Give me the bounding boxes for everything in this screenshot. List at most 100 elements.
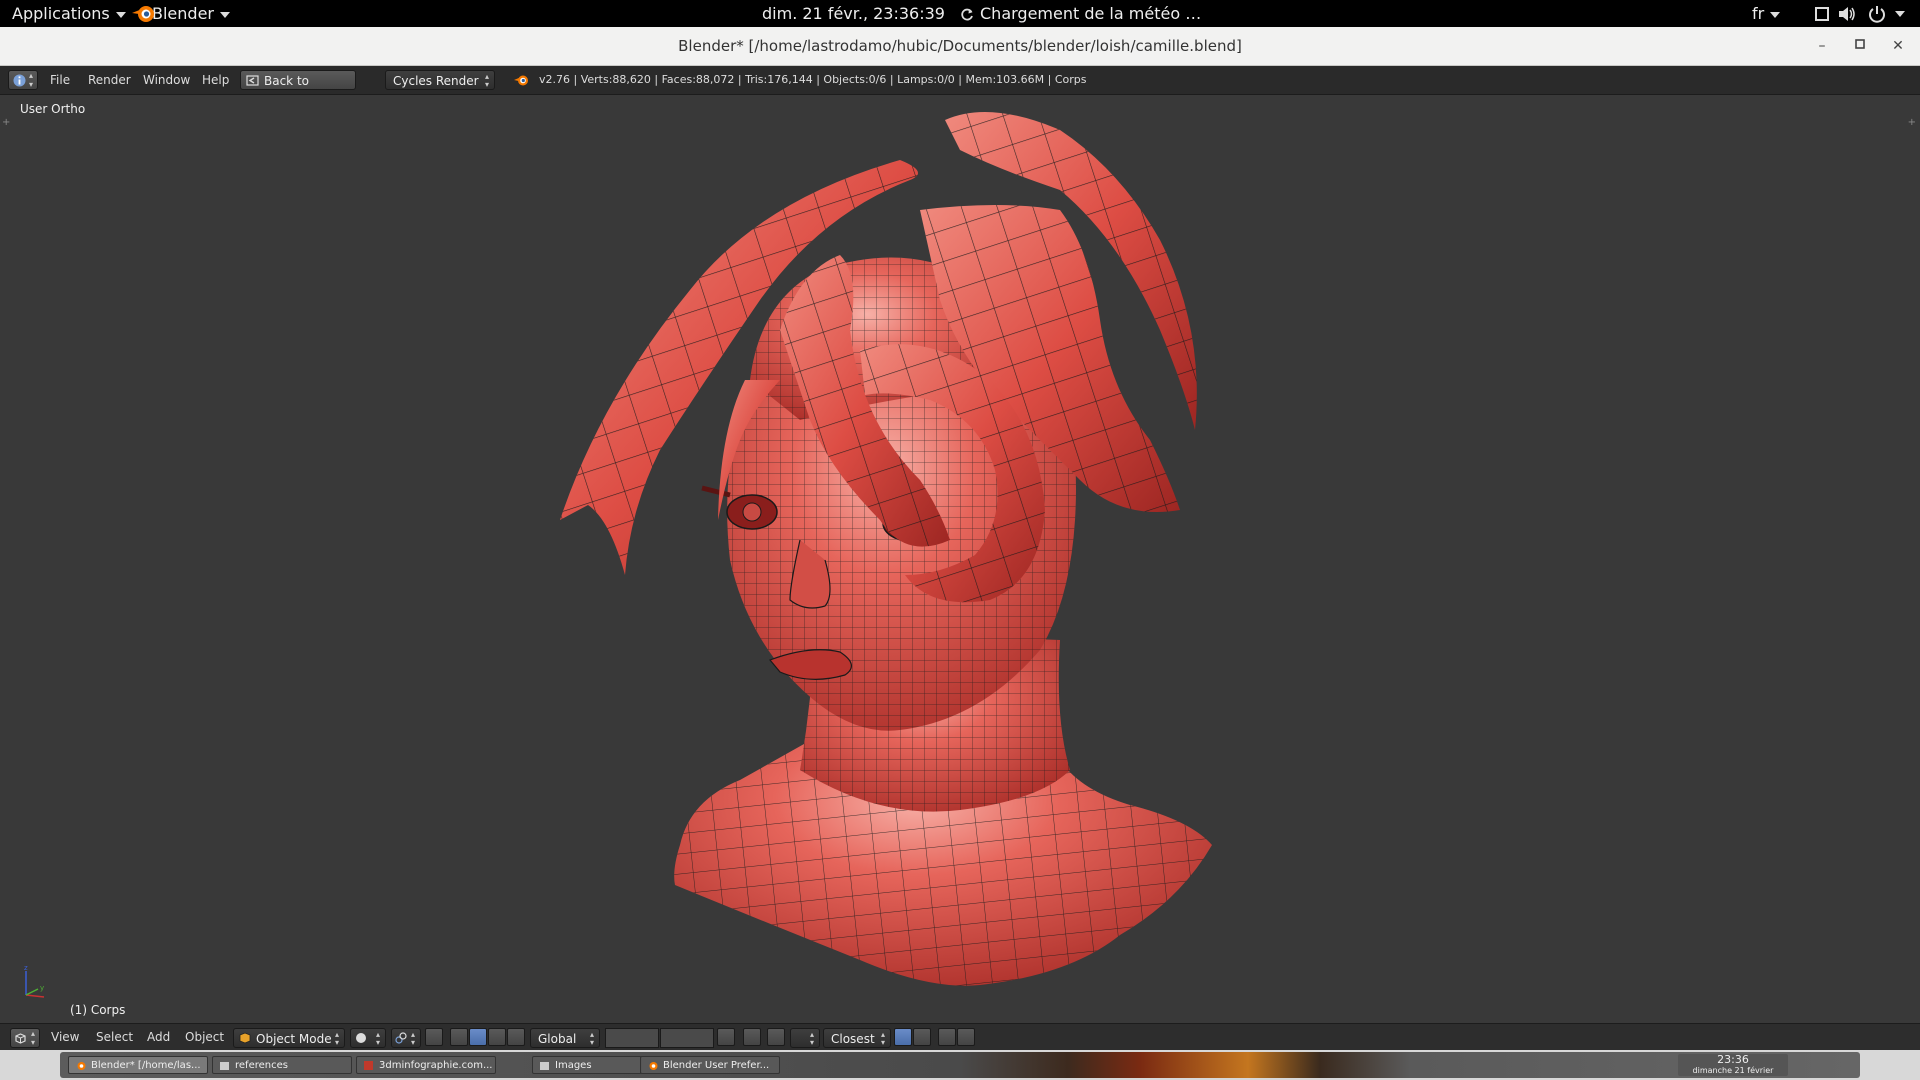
updown-icon: ▴ ▾ [375, 1030, 380, 1047]
taskbar-time: 23:36 [1717, 1053, 1749, 1066]
updown-icon: ▴ ▾ [410, 1030, 415, 1047]
snap-align-button[interactable] [894, 1028, 912, 1046]
taskbar-clock[interactable]: 23:36 dimanche 21 février [1678, 1054, 1788, 1076]
maximize-button[interactable] [1850, 36, 1870, 56]
scale-manipulator-button[interactable] [507, 1028, 525, 1046]
menu-object[interactable]: Object [185, 1024, 224, 1051]
power-icon[interactable] [1866, 3, 1888, 25]
app-menu[interactable]: Blender [130, 0, 230, 27]
task-label: references [235, 1060, 288, 1071]
menu-window[interactable]: Window [143, 66, 190, 94]
back-to-previous-button[interactable]: Back to Previous [240, 70, 356, 108]
editor-type-button[interactable]: ▴ ▾ [8, 70, 38, 90]
taskbar: Blender* [/home/las... references 3dminf… [0, 1050, 1920, 1080]
updown-icon: ▴ ▾ [589, 1030, 594, 1047]
volume-icon[interactable] [1836, 3, 1858, 25]
solid-shading-icon [356, 1033, 366, 1043]
3d-view-header: ▴ ▾ View Select Add Object Object Mode ▴ ▾… [0, 1023, 1920, 1051]
head-sculpt-model[interactable] [0, 95, 1920, 1023]
menu-add[interactable]: Add [147, 1024, 170, 1051]
menu-render[interactable]: Render [88, 66, 131, 94]
task-label: Blender User Prefer... [663, 1060, 770, 1071]
info-icon [13, 74, 26, 87]
task-3dminfographie[interactable]: 3dminfographie.com... [356, 1056, 496, 1074]
proportional-edit-toggle[interactable] [743, 1028, 761, 1046]
folder-icon [540, 1062, 549, 1070]
clock[interactable]: dim. 21 févr., 23:36:39 [762, 0, 945, 27]
blender-logo-icon [77, 1062, 86, 1070]
language-selector[interactable]: fr [1752, 0, 1781, 27]
menu-help[interactable]: Help [202, 66, 229, 94]
refresh-icon [961, 8, 973, 20]
language-label: fr [1752, 4, 1765, 23]
task-references[interactable]: references [212, 1056, 352, 1074]
render-preview-button[interactable] [938, 1028, 956, 1046]
cube-icon [239, 1032, 251, 1044]
menu-select[interactable]: Select [96, 1024, 133, 1051]
render-engine-value: Cycles Render [393, 74, 479, 88]
lock-camera-toggle[interactable] [717, 1028, 735, 1046]
render-engine-dropdown[interactable]: Cycles Render ▴ ▾ [385, 70, 495, 90]
rotate-manipulator-button[interactable] [488, 1028, 506, 1046]
minimize-button[interactable]: – [1812, 36, 1832, 56]
updown-icon: ▴ ▾ [31, 1029, 36, 1047]
snap-target-dropdown[interactable]: Closest ▴ ▾ [823, 1028, 891, 1048]
chevron-down-icon [115, 11, 126, 18]
snap-toggle[interactable] [767, 1028, 785, 1046]
task-images[interactable]: Images [532, 1056, 642, 1074]
pivot-dropdown[interactable]: ▴ ▾ [391, 1028, 421, 1048]
3d-viewport[interactable]: User Ortho + + z y (1) Corps [0, 95, 1920, 1023]
snap-target-value: Closest [831, 1032, 875, 1046]
window-icon[interactable] [1811, 3, 1833, 25]
task-label: Images [555, 1060, 592, 1071]
taskbar-date: dimanche 21 février [1692, 1066, 1774, 1075]
back-icon [246, 75, 259, 86]
window-title: Blender* [/home/lastrodamo/hubic/Documen… [678, 37, 1242, 55]
mode-value: Object Mode [256, 1032, 332, 1046]
task-blender[interactable]: Blender* [/home/las... [68, 1056, 208, 1074]
manipulator-toggle[interactable] [450, 1028, 468, 1046]
layer-buttons-group-1[interactable] [605, 1028, 659, 1048]
window-titlebar[interactable]: Blender* [/home/lastrodamo/hubic/Documen… [0, 27, 1920, 66]
applications-menu[interactable]: Applications [12, 0, 126, 27]
browser-icon [364, 1061, 373, 1070]
blender-logo-icon [132, 6, 154, 22]
weather-text: Chargement de la météo … [980, 4, 1202, 23]
orientation-value: Global [538, 1032, 577, 1046]
folder-icon [220, 1062, 229, 1070]
shading-dropdown[interactable]: ▴ ▾ [350, 1028, 386, 1048]
chevron-down-icon[interactable] [1895, 11, 1905, 17]
snap-project-button[interactable] [913, 1028, 931, 1046]
3d-view-icon [15, 1033, 26, 1044]
menu-file[interactable]: File [50, 66, 70, 94]
task-label: Blender* [/home/las... [91, 1060, 201, 1071]
task-strip: Blender* [/home/las... references 3dminf… [60, 1052, 1860, 1078]
task-label: 3dminfographie.com... [379, 1060, 493, 1071]
close-button[interactable]: ✕ [1888, 36, 1908, 56]
mode-dropdown[interactable]: Object Mode ▴ ▾ [233, 1028, 345, 1048]
active-object-label: (1) Corps [70, 1003, 126, 1017]
chevron-down-icon [1770, 11, 1781, 18]
pivot-icon [395, 1032, 407, 1044]
updown-icon: ▴ ▾ [484, 72, 489, 89]
updown-icon: ▴ ▾ [334, 1030, 339, 1047]
clock-text: dim. 21 févr., 23:36:39 [762, 4, 945, 23]
weather-indicator[interactable]: Chargement de la météo … [960, 0, 1201, 27]
orientation-dropdown[interactable]: Global ▴ ▾ [530, 1028, 600, 1048]
scene-stats: v2.76 | Verts:88,620 | Faces:88,072 | Tr… [539, 73, 1087, 86]
top-panel: Applications Blender dim. 21 févr., 23:3… [0, 0, 1920, 27]
task-blender-user-prefs[interactable]: Blender User Prefer... [640, 1056, 780, 1074]
translate-manipulator-button[interactable] [469, 1028, 487, 1046]
snap-element-dropdown[interactable]: ▴ ▾ [790, 1028, 820, 1048]
updown-icon: ▴ ▾ [29, 71, 34, 89]
updown-icon: ▴ ▾ [880, 1030, 885, 1047]
blender-logo-icon [649, 1062, 658, 1070]
maximize-icon [1855, 39, 1865, 49]
layer-buttons-group-2[interactable] [660, 1028, 714, 1048]
updown-icon: ▴ ▾ [809, 1030, 814, 1047]
svg-text:y: y [40, 984, 44, 992]
limit-selection-toggle[interactable] [425, 1028, 443, 1046]
editor-type-button[interactable]: ▴ ▾ [10, 1028, 40, 1048]
render-animation-button[interactable] [957, 1028, 975, 1046]
menu-view[interactable]: View [51, 1024, 79, 1051]
